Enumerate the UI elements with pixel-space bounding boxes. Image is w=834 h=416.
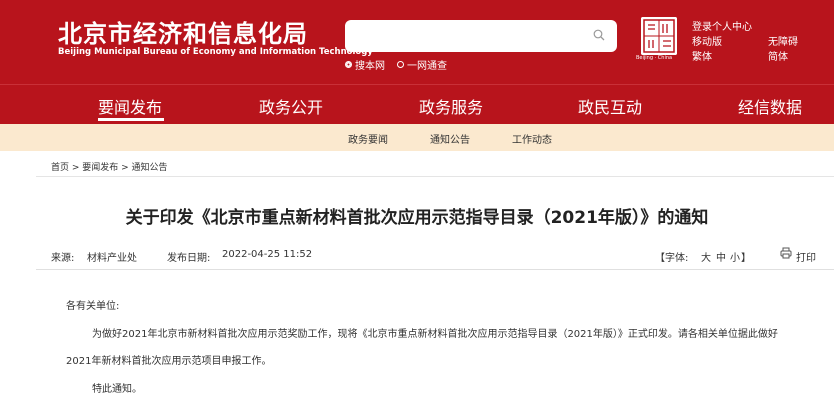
traditional-link[interactable]: 繁体 [692, 48, 712, 63]
nav-active-indicator [98, 118, 164, 121]
font-size-label: 【字体: [655, 253, 689, 264]
barrier-free-link[interactable]: 无障碍 [768, 33, 798, 48]
divider [36, 269, 834, 270]
nav-item-news[interactable]: 要闻发布 [98, 94, 162, 118]
source-value: 材料产业处 [87, 253, 137, 264]
search-icon[interactable] [593, 29, 605, 41]
font-size-small[interactable]: 小 [730, 249, 740, 264]
search-input[interactable] [345, 20, 617, 52]
sub-nav: 政务要闻 通知公告 工作动态 [0, 124, 834, 151]
site-logo-title[interactable]: 北京市经济和信息化局 [58, 14, 308, 49]
subnav-item-notices[interactable]: 通知公告 [430, 131, 470, 146]
breadcrumb[interactable]: 首页 > 要闻发布 > 通知公告 [51, 160, 168, 173]
mobile-link[interactable]: 移动版 [692, 33, 722, 48]
paragraph-line: 为做好2021年北京市新材料首批次应用示范奖励工作，现将《北京市重点新材料首批次… [92, 329, 778, 340]
font-size-medium[interactable]: 中 [716, 249, 726, 264]
source-label: 来源: [51, 253, 75, 264]
date-value: 2022-04-25 11:52 [222, 249, 313, 260]
paragraph-line: 2021年新材料首批次应用示范项目申报工作。 [66, 356, 272, 367]
radio-all-label: 一网通查 [407, 61, 447, 72]
divider [36, 176, 834, 177]
search-scope: 搜本网 一网通查 [345, 57, 447, 72]
site-header: 北京市经济和信息化局 Beijing Municipal Bureau of E… [0, 0, 834, 84]
nav-item-data[interactable]: 经信数据 [738, 94, 802, 118]
simplified-link[interactable]: 简体 [768, 48, 788, 63]
closing-line: 特此通知。 [92, 384, 142, 395]
font-size-close: 】 [741, 253, 751, 264]
seal-caption: Beijing · China [636, 55, 673, 61]
radio-dot-selected [345, 61, 352, 68]
print-icon[interactable] [780, 247, 792, 259]
nav-item-gov-open[interactable]: 政务公开 [259, 94, 323, 118]
salutation: 各有关单位: [66, 301, 120, 312]
radio-site-label: 搜本网 [355, 61, 385, 72]
nav-item-gov-service[interactable]: 政务服务 [419, 94, 483, 118]
beijing-seal-icon [641, 17, 677, 55]
font-size-large[interactable]: 大 [701, 249, 711, 264]
login-link[interactable]: 登录个人中心 [692, 18, 752, 33]
print-button[interactable]: 打印 [796, 249, 816, 264]
date-label: 发布日期: [167, 253, 211, 264]
subnav-item-work-news[interactable]: 工作动态 [512, 131, 552, 146]
nav-item-interaction[interactable]: 政民互动 [578, 94, 642, 118]
radio-all[interactable]: 一网通查 [397, 57, 447, 72]
site-logo-subtitle: Beijing Municipal Bureau of Economy and … [58, 47, 373, 57]
subnav-item-gov-news[interactable]: 政务要闻 [348, 131, 388, 146]
radio-site[interactable]: 搜本网 [345, 57, 385, 72]
page-title: 关于印发《北京市重点新材料首批次应用示范指导目录（2021年版）》的通知 [125, 208, 709, 228]
radio-dot [397, 61, 404, 68]
